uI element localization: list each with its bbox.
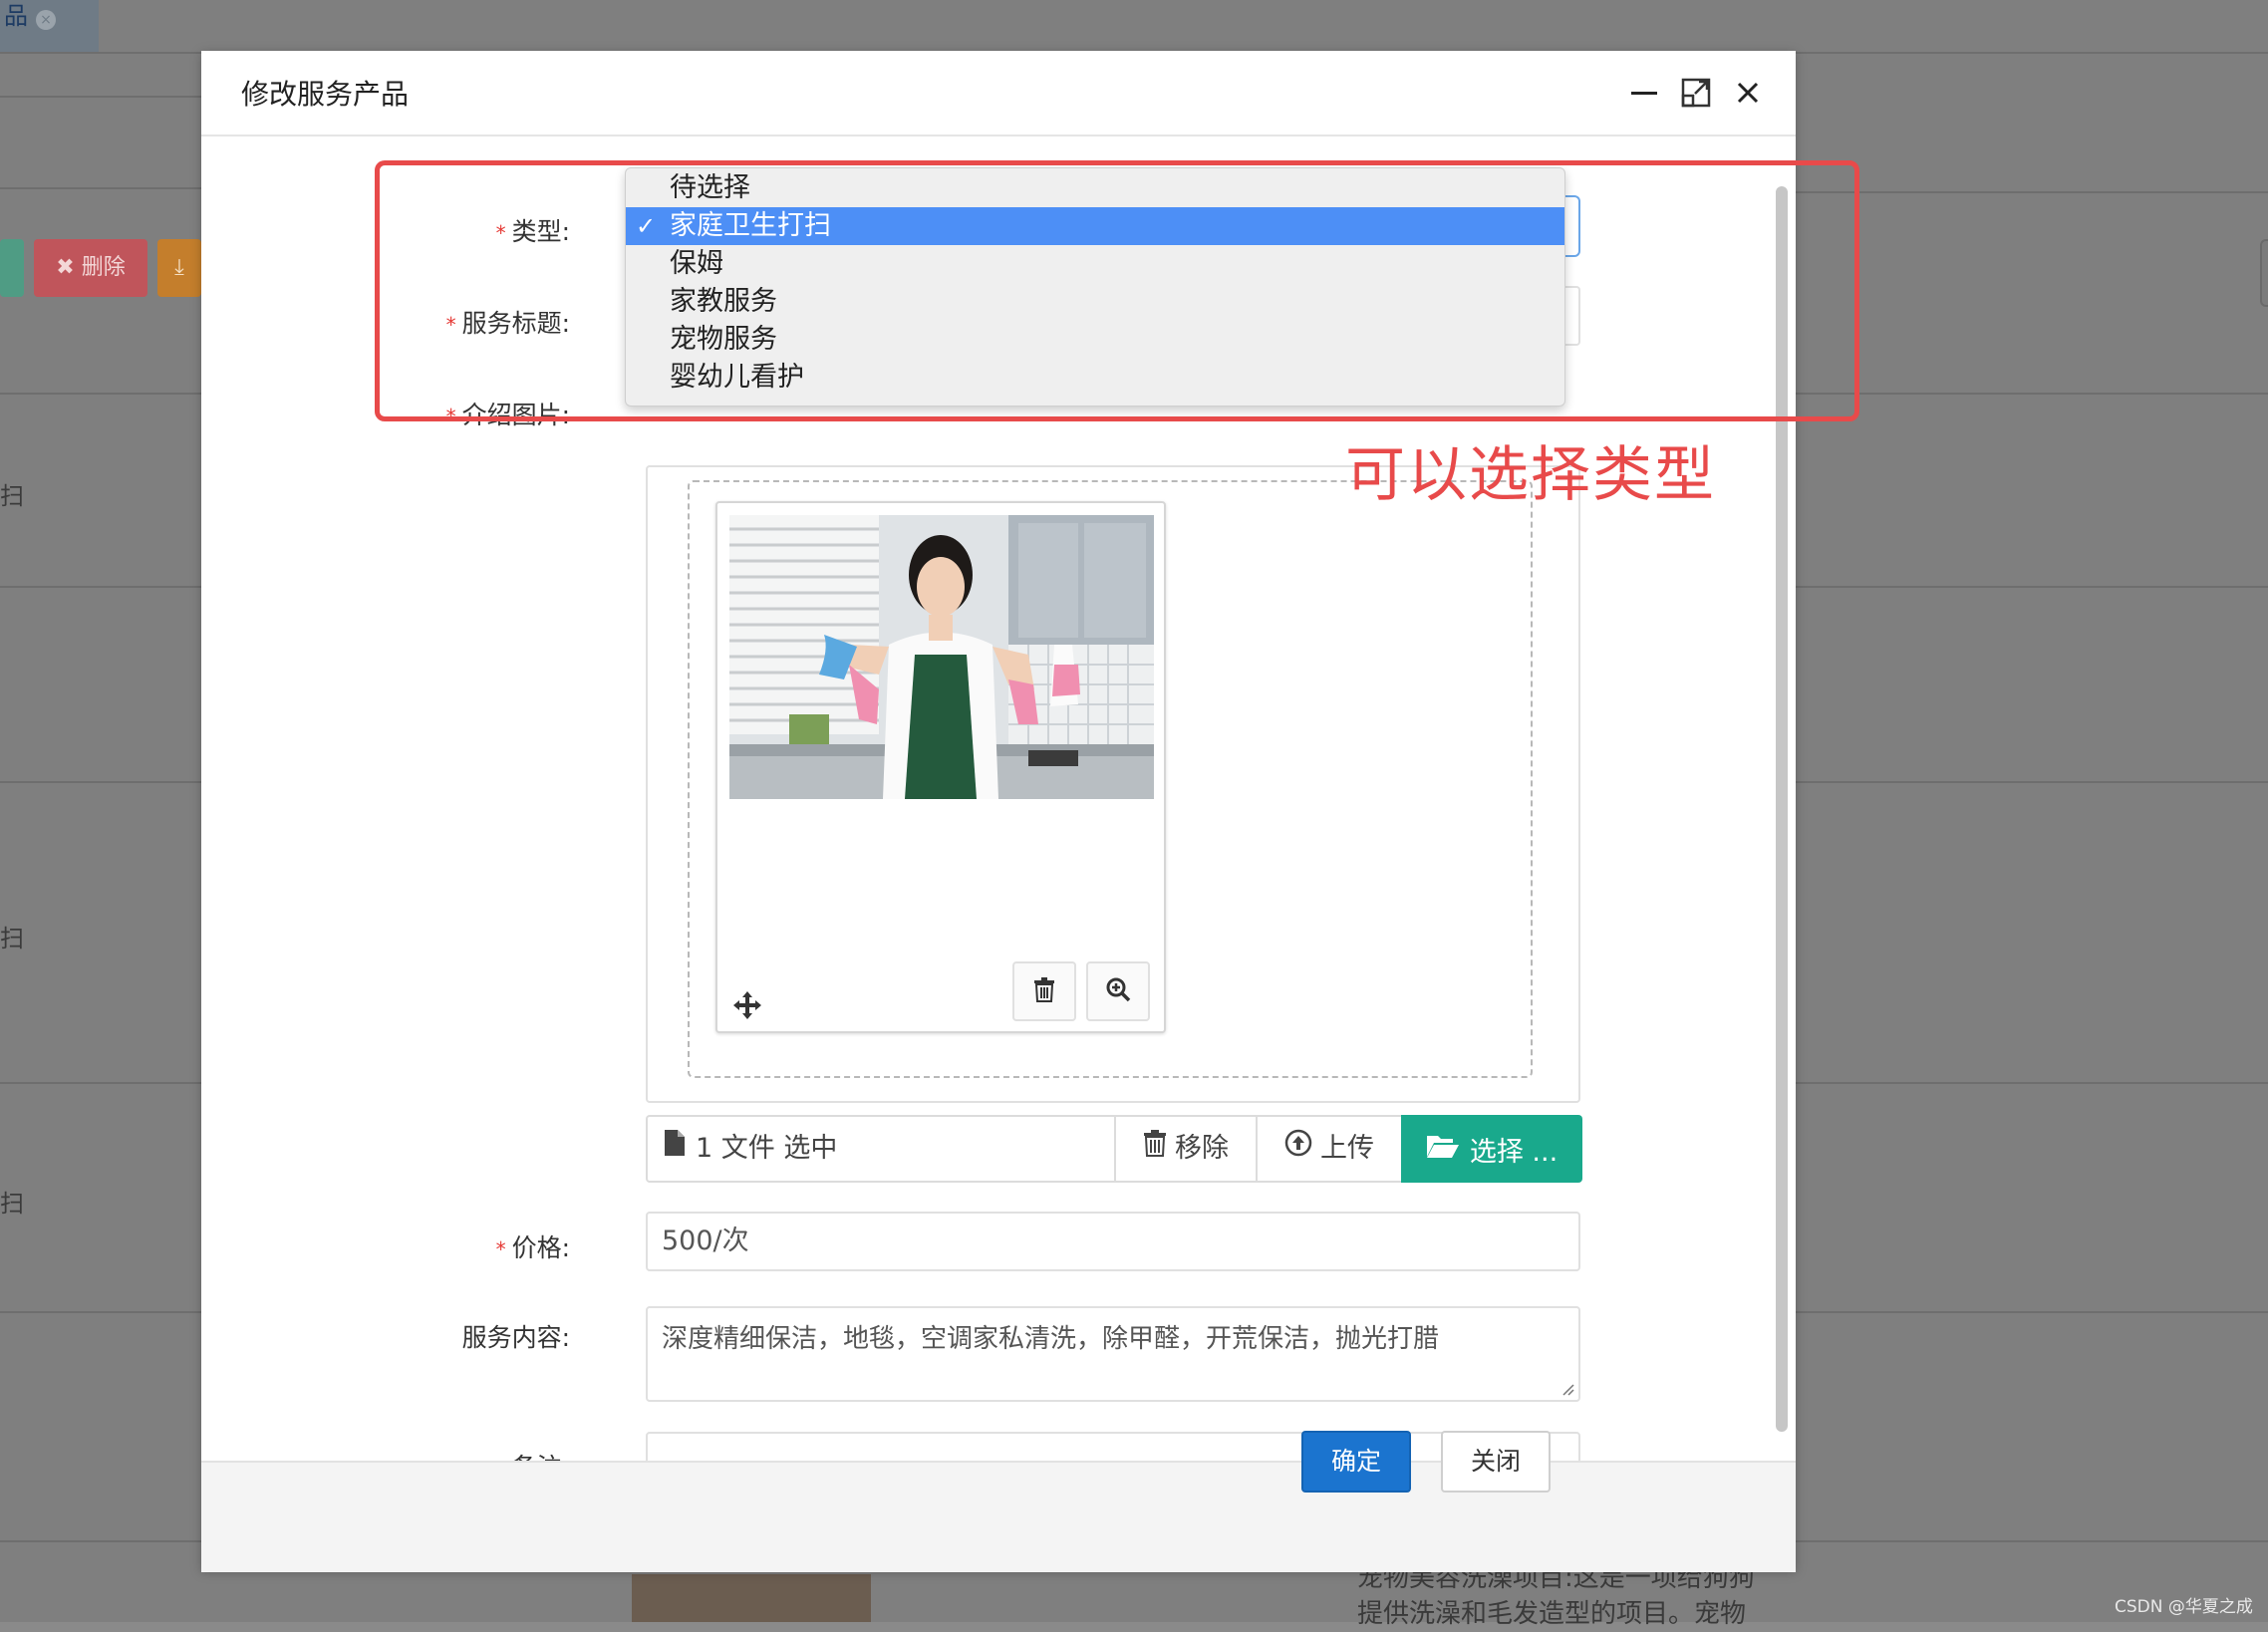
service-content-textarea[interactable]: 深度精细保洁，地毯，空调家私清洗，除甲醛，开荒保洁，抛光打腊 [646,1306,1580,1402]
image-preview-card [715,501,1166,1033]
annotation-highlight-box [375,160,1859,421]
watermark: CSDN @华夏之成 [2115,1597,2253,1617]
service-content-text: 深度精细保洁，地毯，空调家私清洗，除甲醛，开荒保洁，抛光打腊 [662,1324,1440,1354]
file-caption: 1 文件 选中 [664,1117,837,1181]
background-divider [1796,1082,2268,1084]
background-divider [1796,191,2268,193]
modal-title: 修改服务产品 [241,78,410,111]
modal-footer [201,1461,1796,1572]
select-file-button[interactable]: 选择 ... [1401,1115,1582,1183]
background-edit-button [0,239,24,297]
background-divider [0,586,201,588]
remove-file-button[interactable]: 移除 [1114,1117,1256,1181]
background-delete-label: 删除 [81,255,126,280]
background-divider [0,393,201,395]
background-divider [0,1540,201,1542]
background-tab-label: 品 [4,2,28,30]
background-pet-thumbnail [632,1574,871,1622]
price-input[interactable]: 500/次 [646,1212,1580,1271]
background-description-line: 提供洗澡和毛发造型的项目。宠物 [1357,1599,1747,1629]
background-divider [1796,1540,2268,1542]
upload-file-label: 上传 [1320,1133,1374,1164]
upload-file-button[interactable]: 上传 [1256,1117,1401,1181]
file-input-bar: 1 文件 选中 移除 上传 选择 ... [646,1115,1582,1183]
price-label-text: 价格: [511,1233,570,1262]
background-tab: 品 × [0,0,99,52]
close-icon[interactable] [1732,77,1764,109]
background-divider [1796,586,2268,588]
delete-image-button[interactable] [1012,961,1076,1021]
background-row-label: 扫 [0,925,24,952]
minimize-icon[interactable] [1628,77,1660,109]
service-photo [729,515,1154,799]
background-divider [1796,781,2268,783]
tab-close-icon: × [36,10,56,30]
confirm-button[interactable]: 确定 [1301,1431,1411,1493]
background-export-button: ⤓ [157,239,201,297]
upload-icon [1284,1117,1312,1181]
background-divider [0,781,201,783]
remark-label: 备注: [201,1448,570,1462]
file-caption-text: 1 文件 选中 [696,1133,838,1164]
background-divider [0,1311,201,1313]
background-right-control [2260,239,2268,307]
required-marker: * [495,1237,506,1261]
select-file-label: 选择 ... [1469,1136,1559,1168]
zoom-in-icon [1105,976,1131,1006]
background-divider [0,1082,201,1084]
background-divider [1796,1311,2268,1313]
price-label: * 价格: [201,1228,570,1264]
maximize-icon[interactable] [1680,77,1712,109]
content-label: 服务内容: [461,1323,570,1352]
background-divider [0,96,201,98]
trash-icon [1143,1117,1167,1181]
trash-icon [1032,976,1056,1006]
move-icon[interactable] [731,989,763,1021]
background-divider [0,187,201,189]
background-divider [1796,393,2268,395]
modal-header: 修改服务产品 [201,51,1796,136]
file-icon [664,1117,686,1181]
background-delete-button: ✖ 删除 [34,239,147,297]
background-row-label: 扫 [0,482,24,510]
annotation-text: 可以选择类型 [1345,440,1716,510]
zoom-image-button[interactable] [1086,961,1150,1021]
close-button[interactable]: 关闭 [1441,1431,1551,1493]
resize-grip-icon[interactable] [1560,1382,1574,1396]
background-row-label: 扫 [0,1190,24,1218]
remove-file-label: 移除 [1175,1133,1229,1164]
folder-open-icon [1426,1133,1460,1166]
